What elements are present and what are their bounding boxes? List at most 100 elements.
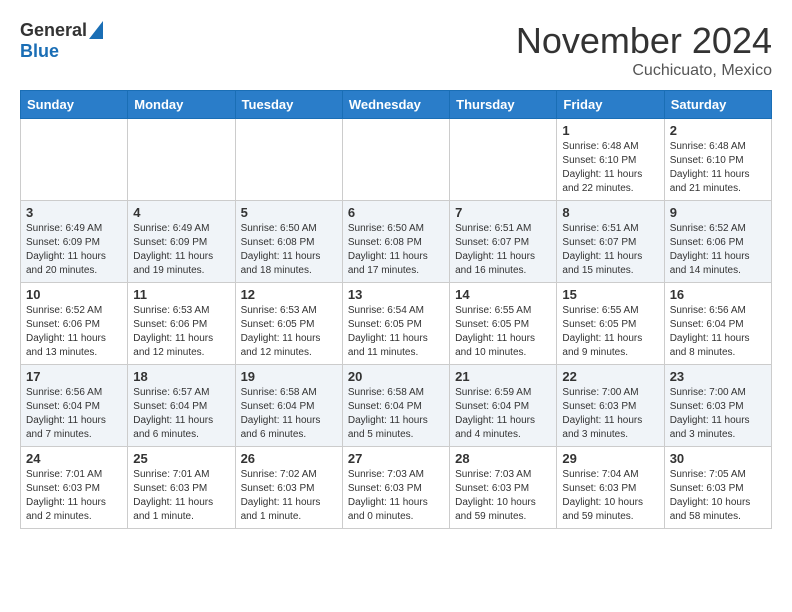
calendar-cell xyxy=(21,119,128,201)
day-info: Sunrise: 6:57 AM Sunset: 6:04 PM Dayligh… xyxy=(133,386,229,442)
day-number: 21 xyxy=(455,369,551,384)
calendar-header-row: SundayMondayTuesdayWednesdayThursdayFrid… xyxy=(21,91,772,119)
calendar-cell: 18 Sunrise: 6:57 AM Sunset: 6:04 PM Dayli… xyxy=(128,365,235,447)
day-info: Sunrise: 7:00 AM Sunset: 6:03 PM Dayligh… xyxy=(670,386,766,442)
day-number: 15 xyxy=(562,287,658,302)
day-number: 14 xyxy=(455,287,551,302)
page-header: General Blue November 2024 Cuchicuato, M… xyxy=(20,20,772,80)
day-info: Sunrise: 6:49 AM Sunset: 6:09 PM Dayligh… xyxy=(133,222,229,278)
day-info: Sunrise: 7:00 AM Sunset: 6:03 PM Dayligh… xyxy=(562,386,658,442)
calendar-cell: 2 Sunrise: 6:48 AM Sunset: 6:10 PM Daylig… xyxy=(664,119,771,201)
calendar-cell xyxy=(342,119,449,201)
day-number: 13 xyxy=(348,287,444,302)
calendar-cell: 1 Sunrise: 6:48 AM Sunset: 6:10 PM Daylig… xyxy=(557,119,664,201)
day-info: Sunrise: 6:56 AM Sunset: 6:04 PM Dayligh… xyxy=(670,304,766,360)
calendar-cell: 6 Sunrise: 6:50 AM Sunset: 6:08 PM Daylig… xyxy=(342,201,449,283)
day-number: 29 xyxy=(562,451,658,466)
month-title: November 2024 xyxy=(516,20,772,62)
calendar-week-row: 17 Sunrise: 6:56 AM Sunset: 6:04 PM Dayli… xyxy=(21,365,772,447)
day-number: 30 xyxy=(670,451,766,466)
day-info: Sunrise: 6:50 AM Sunset: 6:08 PM Dayligh… xyxy=(241,222,337,278)
day-info: Sunrise: 6:59 AM Sunset: 6:04 PM Dayligh… xyxy=(455,386,551,442)
calendar-cell: 27 Sunrise: 7:03 AM Sunset: 6:03 PM Dayli… xyxy=(342,447,449,529)
calendar-cell: 15Sunrise: 6:55 AM Sunset: 6:05 PM Dayli… xyxy=(557,283,664,365)
day-number: 20 xyxy=(348,369,444,384)
day-number: 19 xyxy=(241,369,337,384)
day-info: Sunrise: 7:03 AM Sunset: 6:03 PM Dayligh… xyxy=(455,468,551,524)
day-number: 2 xyxy=(670,123,766,138)
calendar-cell: 22 Sunrise: 7:00 AM Sunset: 6:03 PM Dayli… xyxy=(557,365,664,447)
calendar-cell: 19 Sunrise: 6:58 AM Sunset: 6:04 PM Dayli… xyxy=(235,365,342,447)
day-number: 9 xyxy=(670,205,766,220)
day-number: 18 xyxy=(133,369,229,384)
calendar-table: SundayMondayTuesdayWednesdayThursdayFrid… xyxy=(20,90,772,529)
calendar-cell xyxy=(450,119,557,201)
day-number: 28 xyxy=(455,451,551,466)
calendar-cell xyxy=(128,119,235,201)
day-number: 16 xyxy=(670,287,766,302)
day-info: Sunrise: 7:02 AM Sunset: 6:03 PM Dayligh… xyxy=(241,468,337,524)
day-number: 26 xyxy=(241,451,337,466)
day-info: Sunrise: 7:03 AM Sunset: 6:03 PM Dayligh… xyxy=(348,468,444,524)
day-info: Sunrise: 6:58 AM Sunset: 6:04 PM Dayligh… xyxy=(241,386,337,442)
calendar-cell xyxy=(235,119,342,201)
day-number: 7 xyxy=(455,205,551,220)
calendar-cell: 23 Sunrise: 7:00 AM Sunset: 6:03 PM Dayli… xyxy=(664,365,771,447)
column-header-tuesday: Tuesday xyxy=(235,91,342,119)
day-number: 6 xyxy=(348,205,444,220)
calendar-cell: 14 Sunrise: 6:55 AM Sunset: 6:05 PM Dayli… xyxy=(450,283,557,365)
calendar-cell: 8Sunrise: 6:51 AM Sunset: 6:07 PM Daylig… xyxy=(557,201,664,283)
day-info: Sunrise: 6:48 AM Sunset: 6:10 PM Dayligh… xyxy=(670,140,766,196)
calendar-cell: 17 Sunrise: 6:56 AM Sunset: 6:04 PM Dayli… xyxy=(21,365,128,447)
day-info: Sunrise: 7:05 AM Sunset: 6:03 PM Dayligh… xyxy=(670,468,766,524)
day-info: Sunrise: 6:53 AM Sunset: 6:05 PM Dayligh… xyxy=(241,304,337,360)
day-number: 11 xyxy=(133,287,229,302)
calendar-cell: 26 Sunrise: 7:02 AM Sunset: 6:03 PM Dayli… xyxy=(235,447,342,529)
day-info: Sunrise: 7:01 AM Sunset: 6:03 PM Dayligh… xyxy=(133,468,229,524)
calendar-cell: 28 Sunrise: 7:03 AM Sunset: 6:03 PM Dayli… xyxy=(450,447,557,529)
day-number: 4 xyxy=(133,205,229,220)
calendar-cell: 24Sunrise: 7:01 AM Sunset: 6:03 PM Dayli… xyxy=(21,447,128,529)
calendar-cell: 25Sunrise: 7:01 AM Sunset: 6:03 PM Dayli… xyxy=(128,447,235,529)
calendar-week-row: 3Sunrise: 6:49 AM Sunset: 6:09 PM Daylig… xyxy=(21,201,772,283)
day-info: Sunrise: 6:52 AM Sunset: 6:06 PM Dayligh… xyxy=(26,304,122,360)
day-number: 27 xyxy=(348,451,444,466)
day-number: 1 xyxy=(562,123,658,138)
calendar-cell: 3Sunrise: 6:49 AM Sunset: 6:09 PM Daylig… xyxy=(21,201,128,283)
calendar-cell: 5Sunrise: 6:50 AM Sunset: 6:08 PM Daylig… xyxy=(235,201,342,283)
day-info: Sunrise: 6:56 AM Sunset: 6:04 PM Dayligh… xyxy=(26,386,122,442)
calendar-cell: 12 Sunrise: 6:53 AM Sunset: 6:05 PM Dayli… xyxy=(235,283,342,365)
day-info: Sunrise: 6:55 AM Sunset: 6:05 PM Dayligh… xyxy=(455,304,551,360)
day-info: Sunrise: 6:49 AM Sunset: 6:09 PM Dayligh… xyxy=(26,222,122,278)
calendar-cell: 21 Sunrise: 6:59 AM Sunset: 6:04 PM Dayli… xyxy=(450,365,557,447)
title-section: November 2024 Cuchicuato, Mexico xyxy=(516,20,772,80)
location-subtitle: Cuchicuato, Mexico xyxy=(516,62,772,80)
day-number: 23 xyxy=(670,369,766,384)
day-number: 22 xyxy=(562,369,658,384)
calendar-cell: 11Sunrise: 6:53 AM Sunset: 6:06 PM Dayli… xyxy=(128,283,235,365)
day-info: Sunrise: 6:48 AM Sunset: 6:10 PM Dayligh… xyxy=(562,140,658,196)
calendar-cell: 29Sunrise: 7:04 AM Sunset: 6:03 PM Dayli… xyxy=(557,447,664,529)
logo-arrow-icon xyxy=(89,21,103,39)
calendar-week-row: 10 Sunrise: 6:52 AM Sunset: 6:06 PM Dayli… xyxy=(21,283,772,365)
day-info: Sunrise: 6:52 AM Sunset: 6:06 PM Dayligh… xyxy=(670,222,766,278)
column-header-friday: Friday xyxy=(557,91,664,119)
day-number: 12 xyxy=(241,287,337,302)
day-number: 10 xyxy=(26,287,122,302)
day-info: Sunrise: 6:51 AM Sunset: 6:07 PM Dayligh… xyxy=(455,222,551,278)
calendar-cell: 30 Sunrise: 7:05 AM Sunset: 6:03 PM Dayli… xyxy=(664,447,771,529)
calendar-week-row: 24Sunrise: 7:01 AM Sunset: 6:03 PM Dayli… xyxy=(21,447,772,529)
day-number: 17 xyxy=(26,369,122,384)
day-info: Sunrise: 6:51 AM Sunset: 6:07 PM Dayligh… xyxy=(562,222,658,278)
day-info: Sunrise: 6:58 AM Sunset: 6:04 PM Dayligh… xyxy=(348,386,444,442)
day-info: Sunrise: 6:54 AM Sunset: 6:05 PM Dayligh… xyxy=(348,304,444,360)
calendar-cell: 7 Sunrise: 6:51 AM Sunset: 6:07 PM Daylig… xyxy=(450,201,557,283)
calendar-week-row: 1 Sunrise: 6:48 AM Sunset: 6:10 PM Daylig… xyxy=(21,119,772,201)
calendar-cell: 4 Sunrise: 6:49 AM Sunset: 6:09 PM Daylig… xyxy=(128,201,235,283)
calendar-cell: 16 Sunrise: 6:56 AM Sunset: 6:04 PM Dayli… xyxy=(664,283,771,365)
column-header-wednesday: Wednesday xyxy=(342,91,449,119)
calendar-cell: 20 Sunrise: 6:58 AM Sunset: 6:04 PM Dayli… xyxy=(342,365,449,447)
column-header-thursday: Thursday xyxy=(450,91,557,119)
day-info: Sunrise: 6:50 AM Sunset: 6:08 PM Dayligh… xyxy=(348,222,444,278)
logo-general-text: General xyxy=(20,20,87,41)
